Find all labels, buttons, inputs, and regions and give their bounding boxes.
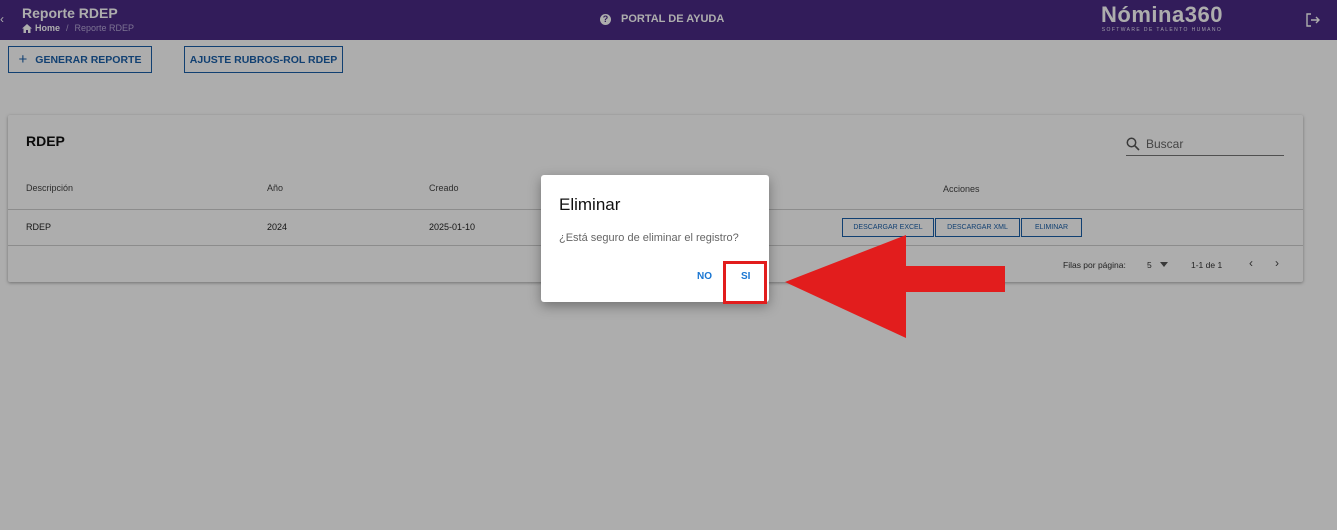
dialog-no-button[interactable]: NO bbox=[697, 271, 712, 282]
dialog-message: ¿Está seguro de eliminar el registro? bbox=[559, 232, 739, 244]
annotation-arrow-icon bbox=[785, 235, 1005, 338]
annotation-highlight-box bbox=[723, 261, 767, 304]
dialog-title: Eliminar bbox=[559, 195, 621, 214]
